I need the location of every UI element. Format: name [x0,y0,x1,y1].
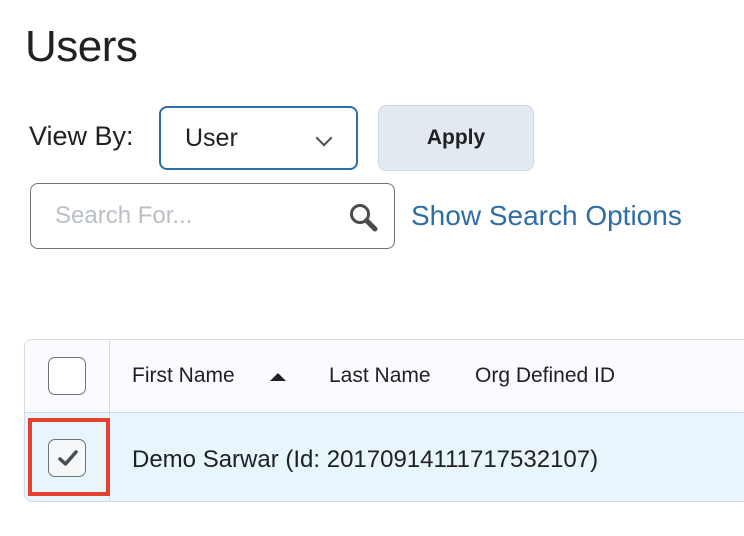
column-divider [109,340,110,501]
column-header-first-name[interactable]: First Name [132,364,235,388]
apply-button[interactable]: Apply [378,105,534,171]
search-box [30,183,395,249]
table-row: Demo Sarwar (Id: 20170914111717532107) [25,413,744,501]
select-all-checkbox[interactable] [48,357,86,395]
view-by-select-value: User [185,123,238,152]
chevron-down-icon [315,129,333,147]
row-checkbox[interactable] [48,439,86,477]
user-name-cell: Demo Sarwar (Id: 20170914111717532107) [132,446,599,473]
search-icon[interactable] [348,202,378,232]
users-table: First Name Last Name Org Defined ID Demo… [24,339,744,502]
search-input[interactable] [31,184,331,248]
sort-ascending-icon[interactable] [270,373,286,381]
show-search-options-link[interactable]: Show Search Options [411,200,682,232]
column-header-last-name[interactable]: Last Name [329,364,431,388]
column-header-org-defined-id[interactable]: Org Defined ID [475,364,615,388]
view-by-select[interactable]: User [159,106,358,170]
checkmark-icon [58,450,78,466]
table-header: First Name Last Name Org Defined ID [25,340,744,413]
page-title: Users [25,22,138,71]
view-by-label: View By: [29,121,134,151]
